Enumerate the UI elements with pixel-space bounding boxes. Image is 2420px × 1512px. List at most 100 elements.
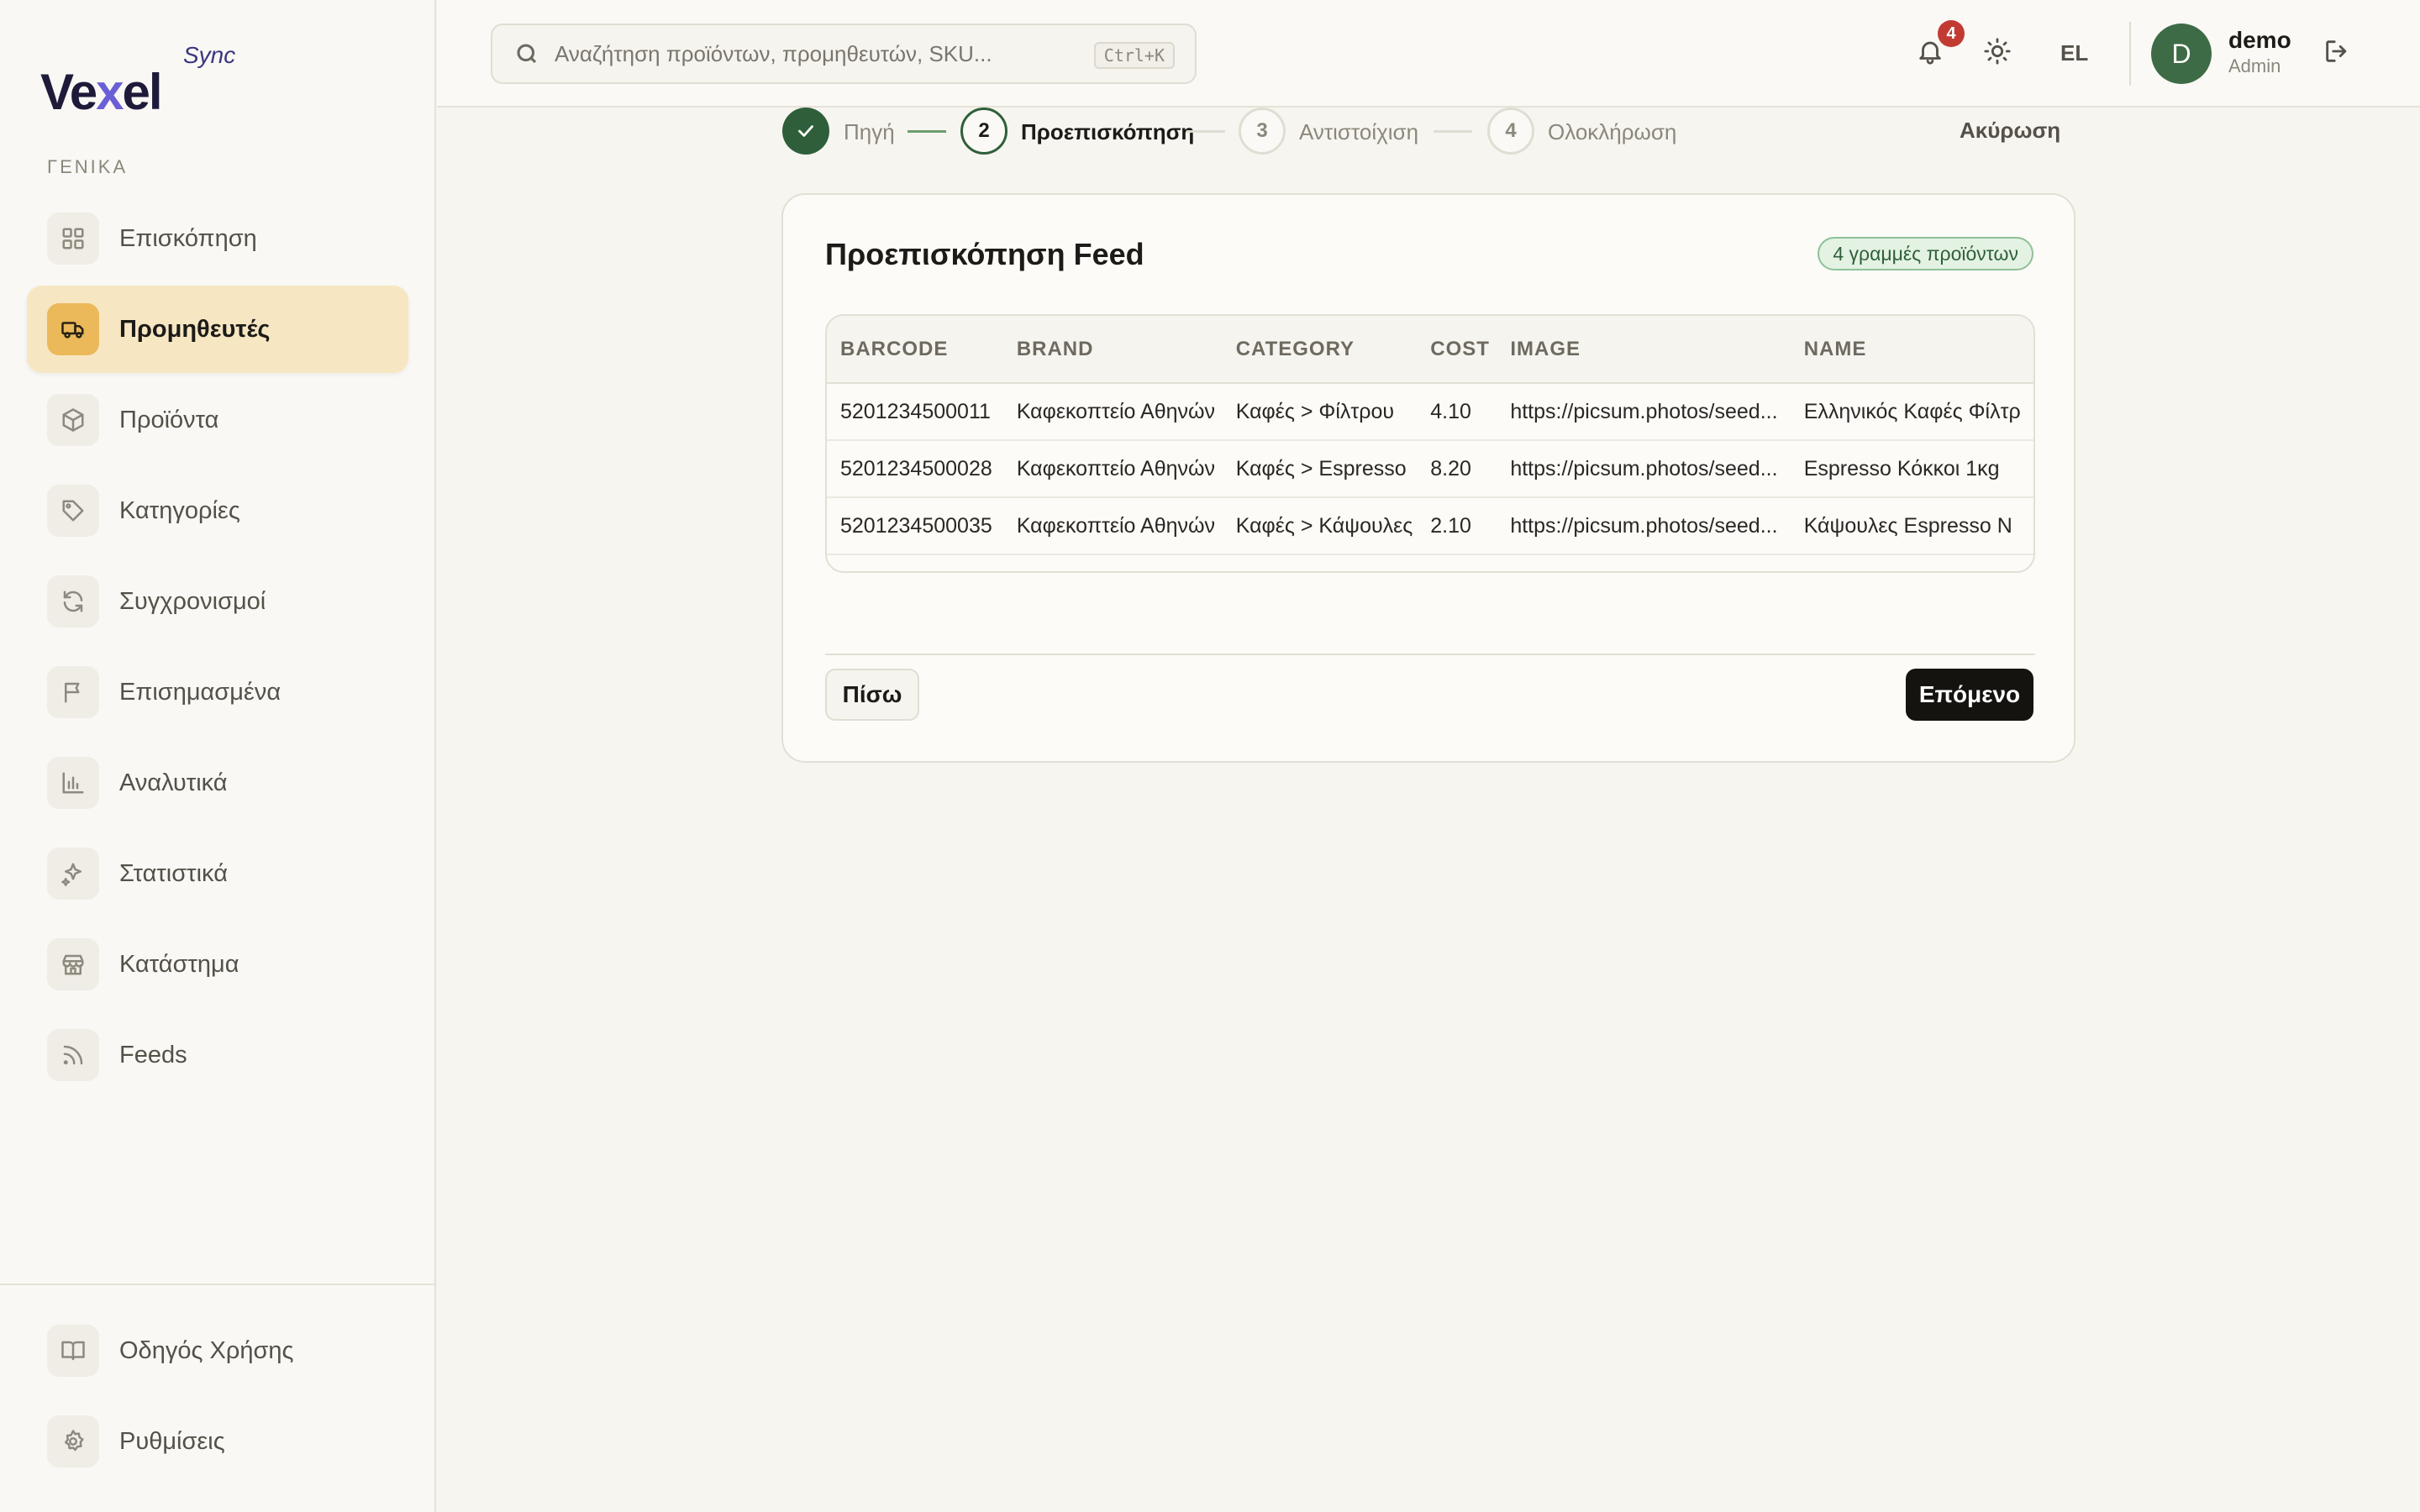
truck-icon (47, 303, 99, 355)
step-connector (1434, 130, 1472, 133)
gear-icon (47, 1415, 99, 1467)
search-icon (517, 44, 537, 64)
sidebar-item-label: Οδηγός Χρήσης (119, 1336, 294, 1364)
step-2-current: 2 (960, 108, 1007, 155)
tag-icon (47, 485, 99, 537)
sidebar-item-label: Συγχρονισμοί (119, 587, 266, 615)
sidebar-item-label: Feeds (119, 1041, 187, 1068)
sparkle-icon (47, 848, 99, 900)
cell-category: Καφές > Κάψουλες (1222, 497, 1418, 555)
cell-image: https://picsum.photos/seed... (1497, 440, 1791, 498)
cancel-button[interactable]: Ακύρωση (1960, 118, 2060, 144)
sidebar-item-overview[interactable]: Επισκόπηση (27, 195, 408, 282)
logo-text-x: x (96, 64, 124, 120)
cell-name: Κάψουλες Espresso N (1790, 497, 2033, 555)
sidebar-item-syncs[interactable]: Συγχρονισμοί (27, 558, 408, 645)
preview-table[interactable]: BARCODE BRAND CATEGORY COST IMAGE NAME 5… (825, 314, 2035, 573)
column-header-barcode: BARCODE (827, 316, 1003, 384)
sidebar-item-label: Προμηθευτές (119, 315, 271, 343)
avatar[interactable]: D (2151, 24, 2212, 84)
logo-text-b: el (122, 64, 162, 120)
cell-category: Καφές > Φίλτρου (1222, 383, 1418, 441)
sidebar-item-label: Στατιστικά (119, 859, 228, 887)
table-header-row: BARCODE BRAND CATEGORY COST IMAGE NAME (827, 316, 2033, 384)
cell-brand: Καφεκοπτείο Αθηνών (1002, 383, 1223, 441)
column-header-brand: BRAND (1002, 316, 1223, 384)
sidebar-item-analytics[interactable]: Αναλυτικά (27, 739, 408, 827)
language-switcher[interactable]: EL (2060, 40, 2088, 66)
box-icon (47, 394, 99, 446)
cell-cost: 2.10 (1417, 497, 1497, 555)
sidebar-item-feeds[interactable]: Feeds (27, 1011, 408, 1099)
sidebar-section-label: ΓΕΝΙΚΑ (47, 156, 129, 177)
feed-preview-card: Προεπισκόπηση Feed 4 γραμμές προϊόντων B… (781, 193, 2075, 763)
next-button[interactable]: Επόμενο (1906, 669, 2033, 721)
logout-icon (2326, 40, 2347, 62)
cell-barcode: 5201234500042 (827, 554, 1003, 571)
table-row: 5201234500035 Καφεκοπτείο Αθηνών Καφές >… (827, 497, 2033, 555)
cell-image: https://picsum.photos/seed... (1497, 497, 1791, 555)
store-icon (47, 938, 99, 990)
card-title: Προεπισκόπηση Feed (825, 237, 1144, 271)
sidebar-item-label: Επισημασμένα (119, 678, 281, 706)
rows-count-badge: 4 γραμμές προϊόντων (1818, 237, 2033, 270)
sidebar-item-categories[interactable]: Κατηγορίες (27, 467, 408, 554)
check-icon (798, 125, 813, 137)
sidebar-item-settings[interactable]: Ρυθμίσεις (27, 1398, 408, 1485)
table-row: 5201234500028 Καφεκοπτείο Αθηνών Καφές >… (827, 440, 2033, 498)
book-icon (47, 1325, 99, 1377)
sidebar-item-products[interactable]: Προϊόντα (27, 376, 408, 464)
logo-wordmark: Vexel (40, 64, 163, 120)
flag-icon (47, 666, 99, 718)
logo-subtitle: Sync (183, 42, 236, 68)
step-1-done (782, 108, 829, 155)
sidebar-item-statistics[interactable]: Στατιστικά (27, 830, 408, 917)
back-button[interactable]: Πίσω (825, 669, 919, 721)
sidebar-divider (0, 1284, 436, 1285)
cell-name: Στιγμιαίος Καφές 200 (1791, 554, 2033, 571)
column-header-image: IMAGE (1497, 316, 1791, 384)
user-name: demo (2228, 27, 2291, 53)
logout-button[interactable] (2323, 37, 2356, 71)
user-role: Admin (2228, 55, 2281, 76)
cell-cost: 8.20 (1417, 440, 1497, 498)
step-1-label: Πηγή (844, 119, 895, 144)
step-4-label: Ολοκλήρωση (1548, 119, 1677, 144)
bar-chart-icon (47, 757, 99, 809)
sidebar-item-label: Προϊόντα (119, 406, 219, 433)
search-placeholder: Αναζήτηση προϊόντων, προμηθευτών, SKU... (555, 40, 992, 66)
cell-cost: 3.00 (1417, 554, 1497, 571)
sidebar-item-flagged[interactable]: Επισημασμένα (27, 648, 408, 736)
step-connector (1186, 130, 1225, 133)
grid-icon (47, 213, 99, 265)
cell-cost: 4.10 (1417, 383, 1497, 441)
refresh-icon (47, 575, 99, 627)
card-divider (825, 654, 2035, 655)
cell-barcode: 5201234500035 (827, 497, 1003, 555)
logo-text-a: Ve (40, 64, 97, 120)
table-row: 5201234500011 Καφεκοπτείο Αθηνών Καφές >… (827, 383, 2033, 441)
sidebar: Vexel Sync ΓΕΝΙΚΑ Επισκόπηση Προμηθευτές… (0, 0, 436, 1512)
sidebar-item-label: Επισκόπηση (119, 224, 257, 252)
theme-toggle-button[interactable] (1983, 37, 2017, 71)
sun-icon (1984, 38, 2011, 65)
search-shortcut-hint: Ctrl+K (1093, 42, 1175, 69)
search-input[interactable]: Αναζήτηση προϊόντων, προμηθευτών, SKU...… (491, 24, 1197, 84)
cell-brand: Καφεκοπτείο Αθηνών (1003, 554, 1223, 571)
step-2-label: Προεπισκόπηση (1021, 119, 1195, 144)
cell-name: Ελληνικός Καφές Φίλτρ (1790, 383, 2033, 441)
cell-barcode: 5201234500028 (827, 440, 1003, 498)
step-connector (908, 130, 946, 133)
cell-brand: Καφεκοπτείο Αθηνών (1002, 497, 1223, 555)
cell-image: https://picsum.photos/seed... (1497, 383, 1791, 441)
sidebar-item-store[interactable]: Κατάστημα (27, 921, 408, 1008)
column-header-name: NAME (1790, 316, 2033, 384)
column-header-category: CATEGORY (1222, 316, 1418, 384)
sidebar-item-user-guide[interactable]: Οδηγός Χρήσης (27, 1307, 408, 1394)
sidebar-item-label: Κατάστημα (119, 950, 239, 978)
cell-barcode: 5201234500011 (827, 383, 1003, 441)
cell-image: https://picsum.photos/seed... (1497, 554, 1790, 571)
sidebar-item-suppliers[interactable]: Προμηθευτές (27, 286, 408, 373)
rss-icon (47, 1029, 99, 1081)
step-3-label: Αντιστοίχιση (1299, 119, 1419, 144)
